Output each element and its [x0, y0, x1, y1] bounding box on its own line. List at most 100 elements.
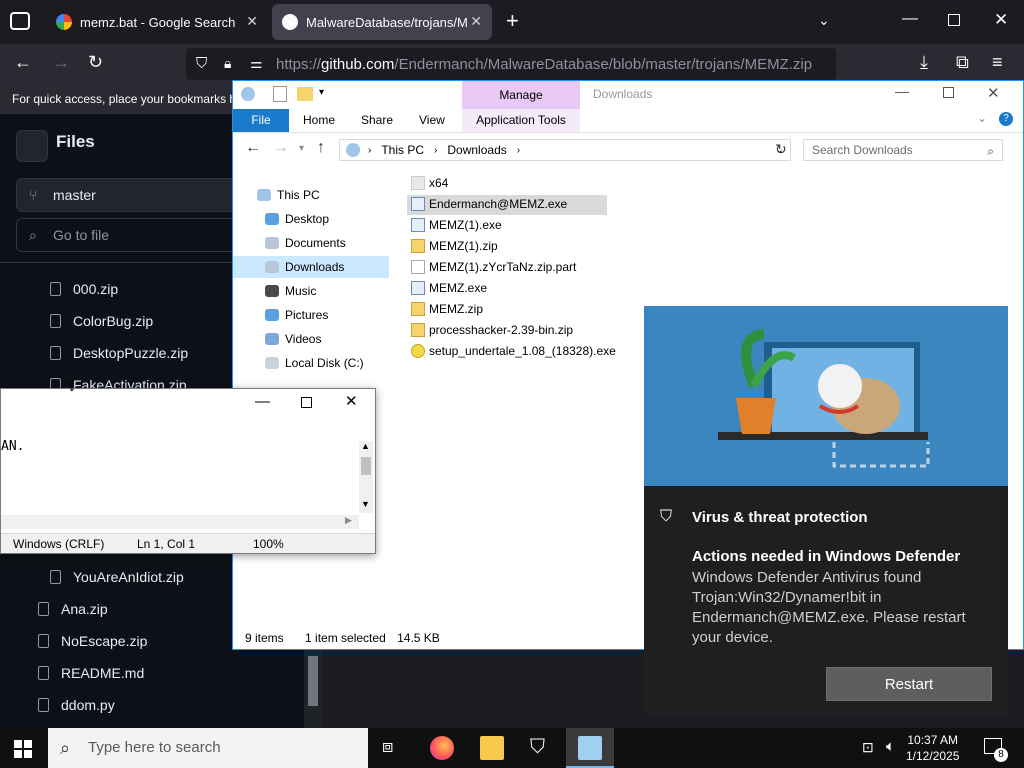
taskbar-search-input[interactable]: ⌕ Type here to search [48, 728, 368, 768]
back-icon[interactable]: ← [245, 139, 261, 157]
refresh-icon[interactable]: ↻ [775, 141, 787, 158]
minimize-icon[interactable]: — [895, 83, 909, 99]
scroll-right-icon[interactable]: ▶ [345, 515, 352, 526]
file-item[interactable]: NoEscape.zip [38, 633, 147, 649]
windows-security-icon[interactable]: ⛉ [530, 736, 554, 760]
download-icon[interactable]: ⤓ [920, 52, 928, 73]
close-window-icon[interactable]: ✕ [987, 84, 1000, 102]
minimize-icon[interactable]: — [255, 393, 270, 410]
volume-icon[interactable]: 🔈︎ [886, 738, 895, 755]
tab-list-icon[interactable] [10, 12, 30, 30]
file-endermanch-memz-exe[interactable]: Endermanch@MEMZ.exe [411, 197, 567, 211]
file-undertale-setup[interactable]: setup_undertale_1.08_(18328).exe [411, 344, 616, 358]
nav-this-pc[interactable]: This PC [257, 188, 320, 202]
file-item[interactable]: README.md [38, 665, 144, 681]
file-x64[interactable]: x64 [411, 176, 448, 190]
back-icon[interactable]: ← [14, 52, 32, 73]
vertical-scrollbar[interactable]: ▲ ▼ [359, 441, 373, 513]
ribbon-expand-icon[interactable]: ⌄ [977, 111, 987, 125]
file-memz1-zip[interactable]: MEMZ(1).zip [411, 239, 498, 253]
tab-github[interactable]: MalwareDatabase/trojans/MEMZ ✕ [272, 4, 492, 40]
defender-toast[interactable]: ⛉ Virus & threat protection Actions need… [644, 306, 1008, 716]
firefox-icon[interactable] [430, 736, 454, 760]
taskbar-clock[interactable]: 10:37 AM 1/12/2025 [906, 732, 959, 764]
file-item[interactable]: 000.zip [50, 281, 118, 297]
nav-documents[interactable]: Documents [265, 236, 346, 250]
file-memz1-exe[interactable]: MEMZ(1).exe [411, 218, 502, 232]
lock-icon[interactable]: 🔒︎ [224, 55, 231, 72]
nav-music[interactable]: Music [265, 284, 316, 298]
ribbon-tab-home[interactable]: Home [303, 109, 335, 132]
files-title: Files [56, 132, 95, 151]
ribbon-tab-share[interactable]: Share [361, 109, 393, 132]
network-icon[interactable]: ⊡ [862, 739, 874, 756]
go-to-file-input[interactable]: ⌕ Go to file [16, 218, 246, 252]
shield-icon[interactable]: ⛉ [196, 55, 207, 72]
extensions-icon[interactable]: ⧉ [956, 52, 969, 73]
file-icon [38, 602, 49, 616]
address-bar[interactable]: › This PC › Downloads › ⌄ [339, 139, 791, 161]
branch-selector[interactable]: ⑂ master [16, 178, 246, 212]
help-icon[interactable]: ? [999, 112, 1013, 126]
recent-dropdown-icon[interactable]: ▾ [299, 143, 304, 154]
scroll-up-icon[interactable]: ▲ [361, 441, 370, 451]
url-bar[interactable]: ⛉ 🔒︎ ⚌ https://github.com/Endermanch/Mal… [186, 48, 836, 80]
qat-dropdown-icon[interactable]: ▾ [319, 87, 324, 98]
notepad-text-area[interactable]: AN. [1, 439, 359, 513]
forward-icon[interactable]: → [52, 52, 70, 73]
maximize-icon[interactable] [301, 397, 312, 408]
file-item[interactable]: ColorBug.zip [50, 313, 153, 329]
scroll-down-icon[interactable]: ▼ [361, 499, 370, 509]
new-folder-icon[interactable] [297, 87, 313, 101]
chevron-down-icon[interactable]: ⌄ [818, 12, 830, 29]
ribbon-tab-file[interactable]: File [233, 109, 289, 132]
task-view-icon[interactable]: ⧈ [382, 736, 406, 760]
file-memz-zip[interactable]: MEMZ.zip [411, 302, 483, 316]
horizontal-scrollbar[interactable]: ▶ [1, 515, 359, 529]
properties-icon[interactable] [273, 86, 287, 102]
close-window-icon[interactable]: ✕ [994, 10, 1008, 30]
file-memz1-part[interactable]: MEMZ(1).zYcrTaNz.zip.part [411, 260, 576, 274]
ribbon-tab-view[interactable]: View [419, 109, 445, 132]
shield-icon: ⛉ [660, 508, 673, 525]
minimize-icon[interactable]: — [902, 10, 918, 28]
close-tab-icon[interactable]: ✕ [470, 13, 482, 30]
file-processhacker-zip[interactable]: processhacker-2.39-bin.zip [411, 323, 573, 337]
file-explorer-icon[interactable] [480, 736, 504, 760]
menu-icon[interactable]: ≡ [992, 52, 1003, 73]
scrollbar-thumb[interactable] [308, 656, 318, 706]
maximize-icon[interactable] [943, 87, 954, 98]
file-memz-exe[interactable]: MEMZ.exe [411, 281, 487, 295]
nav-local-disk[interactable]: Local Disk (C:) [265, 356, 364, 370]
close-window-icon[interactable]: ✕ [345, 392, 358, 410]
file-item[interactable]: DesktopPuzzle.zip [50, 345, 188, 361]
file-item[interactable]: Ana.zip [38, 601, 108, 617]
up-icon[interactable]: ↑ [317, 139, 325, 157]
start-windows-icon[interactable] [14, 740, 32, 758]
ribbon-tabs: File Home Share View Application Tools ⌄… [233, 109, 1023, 133]
new-tab-button[interactable]: + [506, 8, 519, 34]
close-tab-icon[interactable]: ✕ [246, 13, 258, 30]
ribbon-tab-application-tools[interactable]: Application Tools [462, 109, 580, 132]
permissions-icon[interactable]: ⚌ [250, 55, 263, 72]
manage-context-tab[interactable]: Manage [462, 81, 580, 109]
nav-desktop[interactable]: Desktop [265, 212, 329, 226]
file-item[interactable]: ddom.py [38, 697, 115, 713]
file-item[interactable]: YouAreAnIdiot.zip [50, 569, 184, 585]
defender-illustration [644, 306, 1008, 486]
search-downloads-input[interactable]: Search Downloads ⌕ [803, 139, 1003, 161]
sidebar-toggle-icon[interactable] [16, 130, 48, 162]
file-icon [38, 634, 49, 648]
address-downloads[interactable]: Downloads [447, 143, 506, 157]
address-this-pc[interactable]: This PC [381, 143, 424, 157]
nav-pictures[interactable]: Pictures [265, 308, 328, 322]
forward-icon[interactable]: → [273, 139, 289, 157]
restart-button[interactable]: Restart [826, 667, 992, 701]
nav-videos[interactable]: Videos [265, 332, 321, 346]
reload-icon[interactable]: ↻ [88, 52, 103, 73]
scrollbar-thumb[interactable] [361, 457, 371, 475]
file-icon [411, 260, 425, 274]
restore-icon[interactable] [948, 14, 960, 26]
tab-google-search[interactable]: memz.bat - Google Search ✕ [46, 4, 268, 40]
nav-downloads[interactable]: Downloads [265, 260, 344, 274]
